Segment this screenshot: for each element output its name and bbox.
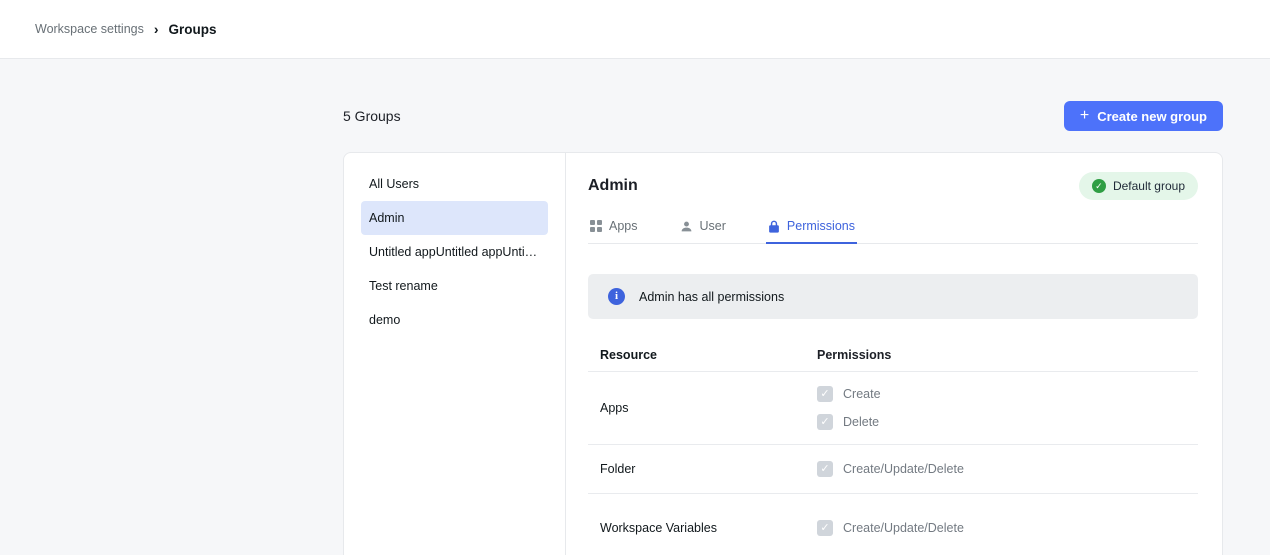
permission-label: Create/Update/Delete	[843, 462, 964, 476]
default-group-badge-label: Default group	[1113, 179, 1185, 193]
default-group-badge: ✓ Default group	[1079, 172, 1198, 200]
tab-permissions-label: Permissions	[787, 219, 855, 233]
group-title: Admin	[588, 177, 638, 195]
permissions-column-header: Permissions	[807, 348, 1198, 362]
group-item-test-rename[interactable]: Test rename	[361, 269, 548, 303]
tab-permissions[interactable]: Permissions	[766, 211, 857, 244]
info-icon: i	[608, 288, 625, 305]
tab-apps[interactable]: Apps	[588, 211, 640, 244]
group-item-label: All Users	[369, 177, 419, 191]
permission-label: Create	[843, 387, 881, 401]
permission-option: ✓ Delete	[817, 414, 1198, 430]
group-tabs: Apps User Permissions	[588, 211, 1198, 244]
group-item-label: Untitled appUntitled appUntitle…	[369, 245, 540, 259]
permissions-table: Resource Permissions Apps ✓ Create ✓ Del…	[588, 339, 1198, 555]
permission-option: ✓ Create/Update/Delete	[817, 461, 1198, 477]
permissions-cell: ✓ Create/Update/Delete	[807, 461, 1198, 477]
groups-toolbar: 5 Groups + Create new group	[343, 101, 1223, 131]
permissions-info-text: Admin has all permissions	[639, 290, 784, 304]
group-list: All Users Admin Untitled appUntitled app…	[344, 153, 566, 555]
table-row: Apps ✓ Create ✓ Delete	[588, 372, 1198, 445]
group-item-label: Admin	[369, 211, 404, 225]
group-item-untitled-app[interactable]: Untitled appUntitled appUntitle…	[361, 235, 548, 269]
lock-icon	[768, 220, 780, 233]
top-header: Workspace settings › Groups	[0, 0, 1270, 59]
checkbox-checked-icon[interactable]: ✓	[817, 386, 833, 402]
plus-icon: +	[1080, 108, 1089, 124]
checkbox-checked-icon[interactable]: ✓	[817, 414, 833, 430]
chevron-right-icon: ›	[154, 22, 159, 36]
resource-column-header: Resource	[588, 348, 807, 362]
resource-name: Workspace Variables	[588, 521, 807, 535]
create-new-group-button[interactable]: + Create new group	[1064, 101, 1223, 131]
table-row: Folder ✓ Create/Update/Delete	[588, 445, 1198, 494]
group-item-all-users[interactable]: All Users	[361, 167, 548, 201]
create-new-group-label: Create new group	[1097, 109, 1207, 124]
checkbox-checked-icon[interactable]: ✓	[817, 520, 833, 536]
user-icon	[680, 220, 693, 233]
resource-name: Folder	[588, 462, 807, 476]
group-detail-header: Admin ✓ Default group	[588, 171, 1198, 201]
tab-apps-label: Apps	[609, 219, 638, 233]
permissions-info-banner: i Admin has all permissions	[588, 274, 1198, 319]
apps-grid-icon	[590, 220, 602, 232]
groups-card: All Users Admin Untitled appUntitled app…	[343, 152, 1223, 555]
permission-option: ✓ Create/Update/Delete	[817, 520, 1198, 536]
permissions-cell: ✓ Create/Update/Delete	[807, 520, 1198, 536]
permissions-table-header: Resource Permissions	[588, 339, 1198, 372]
breadcrumb-parent-link[interactable]: Workspace settings	[35, 22, 144, 36]
group-item-label: demo	[369, 313, 400, 327]
permission-option: ✓ Create	[817, 386, 1198, 402]
table-row: Workspace Variables ✓ Create/Update/Dele…	[588, 494, 1198, 555]
permission-label: Delete	[843, 415, 879, 429]
groups-count-label: 5 Groups	[343, 108, 401, 124]
group-item-demo[interactable]: demo	[361, 303, 548, 337]
check-circle-icon: ✓	[1092, 179, 1106, 193]
breadcrumb-current: Groups	[169, 22, 217, 37]
resource-name: Apps	[588, 401, 807, 415]
checkbox-checked-icon[interactable]: ✓	[817, 461, 833, 477]
permissions-cell: ✓ Create ✓ Delete	[807, 386, 1198, 430]
group-item-admin[interactable]: Admin	[361, 201, 548, 235]
tab-user-label: User	[700, 219, 726, 233]
group-detail-panel: Admin ✓ Default group Apps User	[566, 153, 1222, 555]
group-item-label: Test rename	[369, 279, 438, 293]
tab-user[interactable]: User	[678, 211, 728, 244]
permission-label: Create/Update/Delete	[843, 521, 964, 535]
